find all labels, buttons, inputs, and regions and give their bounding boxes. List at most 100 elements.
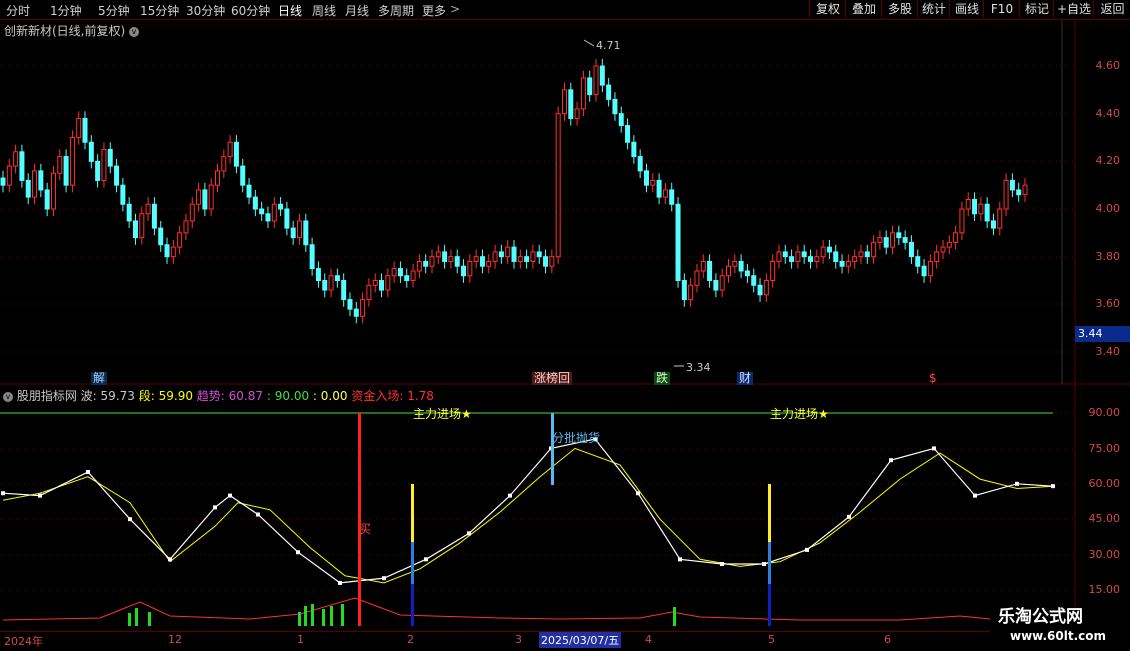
indicator-name[interactable]: 股朋指标网 (17, 389, 77, 403)
wave-point (296, 550, 300, 555)
candle-down (606, 84, 612, 100)
candle-down (826, 246, 832, 253)
candle-down (19, 151, 25, 181)
wave-point (889, 458, 893, 463)
candle-down (524, 256, 530, 262)
chart-canvas[interactable] (0, 0, 1130, 650)
candle-down (782, 251, 788, 258)
candle-up (965, 198, 971, 210)
date-label: 12 (168, 633, 182, 646)
indicator-tick: 30.00 (1088, 548, 1121, 561)
candle-down (789, 256, 795, 262)
candle-down (511, 246, 517, 262)
readout-trend: 趋势: 60.87 (196, 389, 264, 403)
candle-up (719, 275, 725, 291)
event-tag-zhangbang[interactable]: 涨榜回 (532, 372, 573, 385)
candle-up (366, 284, 372, 301)
candle-down (44, 189, 50, 210)
candle-down (681, 280, 687, 301)
candle-down (240, 165, 246, 186)
price-tick: 4.00 (1095, 202, 1121, 215)
sell-signal-label: 分批抛货 (552, 431, 601, 445)
candle-down (498, 251, 504, 258)
candle-down (303, 220, 309, 246)
candle-down (252, 196, 258, 210)
candle-down (379, 280, 385, 291)
event-tag-jie[interactable]: 解 (91, 372, 108, 385)
fund-bar (330, 606, 333, 626)
candle-down (536, 251, 542, 258)
candle-down (921, 265, 927, 277)
candle-down (347, 299, 353, 310)
candle-up (1003, 179, 1009, 210)
buy-signal-label: 买 (359, 522, 372, 536)
candle-up (890, 232, 896, 248)
price-tick: 4.40 (1095, 107, 1121, 120)
candle-up (227, 141, 233, 158)
candle-up (189, 203, 195, 222)
candle-down (587, 77, 593, 96)
candle-down (675, 203, 681, 282)
candle-up (416, 260, 422, 272)
candle-up (517, 256, 523, 262)
candle-up (776, 251, 782, 262)
candle-down (442, 251, 448, 262)
candle-up (561, 89, 567, 115)
candle-down (461, 265, 467, 277)
candle-up (69, 137, 75, 186)
candle-up (271, 203, 277, 222)
main-force-entry-label: 主力进场★ (413, 407, 472, 421)
candle-up (372, 280, 378, 286)
event-tag-cai[interactable]: 财 (737, 372, 754, 385)
candle-down (479, 256, 485, 267)
candle-up (934, 251, 940, 262)
candle-down (315, 268, 321, 282)
candle-down (63, 156, 69, 186)
candle-down (341, 280, 347, 301)
date-label: 6 (884, 633, 891, 646)
candle-up (946, 241, 952, 248)
wave-point (720, 562, 724, 567)
candle-down (543, 256, 549, 267)
candle-down (972, 198, 978, 215)
candle-up (297, 220, 303, 239)
candle-down (164, 244, 170, 258)
candle-down (353, 308, 359, 317)
candle-up (959, 208, 965, 234)
candle-down (322, 280, 328, 291)
candle-up (732, 260, 738, 267)
candle-down (38, 170, 44, 191)
candle-up (328, 275, 334, 291)
wave-point (636, 491, 640, 496)
candle-down (202, 189, 208, 210)
candle-up (57, 156, 63, 174)
wave-point (128, 517, 132, 522)
candle-down (1009, 179, 1015, 191)
wave-point (213, 505, 217, 510)
event-tag-dollar[interactable]: $ (927, 372, 939, 385)
candle-down (284, 208, 290, 229)
candle-up (391, 268, 397, 277)
candle-down (290, 227, 296, 239)
candle-up (852, 256, 858, 262)
date-label: 2 (407, 633, 414, 646)
candle-down (864, 251, 870, 258)
candle-down (643, 170, 649, 186)
indicator-tick: 15.00 (1088, 583, 1121, 596)
candle-up (177, 232, 183, 248)
candle-up (574, 108, 580, 119)
fund-bar (304, 606, 307, 626)
event-tag-die[interactable]: 跌 (654, 372, 671, 385)
signal-bar-darkblue (411, 584, 414, 626)
chevron-down-icon[interactable]: v (3, 391, 13, 402)
signal-bar-blue (411, 542, 414, 584)
wave-point (678, 557, 682, 562)
candle-up (763, 280, 769, 296)
candle-up (593, 65, 599, 96)
wave-point (382, 576, 386, 581)
date-label: 1 (297, 633, 304, 646)
candle-down (568, 89, 574, 119)
candle-up (688, 284, 694, 301)
candle-up (814, 256, 820, 262)
date-label: 4 (645, 633, 652, 646)
